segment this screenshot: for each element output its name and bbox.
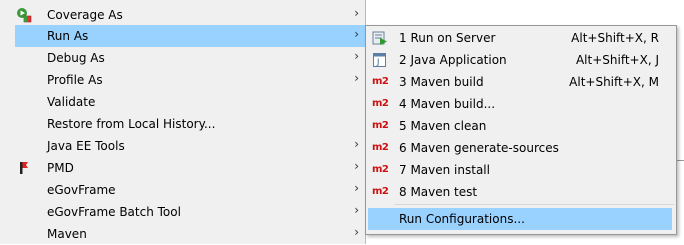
chevron-right-icon: ›: [354, 6, 359, 20]
maven-icon: m2: [372, 120, 389, 131]
menu-item-label: Profile As: [47, 73, 103, 87]
chevron-right-icon: ›: [354, 203, 359, 217]
maven-icon: m2: [372, 76, 389, 87]
menu-item-label: Maven: [47, 227, 87, 241]
maven-icon: m2: [372, 186, 389, 197]
chevron-right-icon: ›: [354, 71, 359, 85]
menu-item-label: PMD: [47, 161, 74, 175]
submenu-item-label: 1 Run on Server: [399, 31, 496, 45]
menu-item-label: Restore from Local History...: [47, 117, 216, 131]
submenu-item-maven-build[interactable]: m2 3 Maven build Alt+Shift+X, M: [366, 71, 676, 93]
submenu-item-label: 7 Maven install: [399, 163, 490, 177]
submenu-item-label: 6 Maven generate-sources: [399, 141, 559, 155]
submenu-item-label: 5 Maven clean: [399, 119, 487, 133]
shortcut-label: Alt+Shift+X, R: [571, 31, 659, 45]
maven-icon: m2: [372, 142, 389, 153]
menu-item-pmd[interactable]: PMD ›: [8, 157, 365, 179]
chevron-right-icon: ›: [354, 27, 359, 41]
menu-item-restore-local-history[interactable]: Restore from Local History...: [8, 113, 365, 135]
submenu-item-label: 4 Maven build...: [399, 97, 496, 111]
menu-item-label: Run As: [47, 29, 89, 43]
maven-icon: m2: [372, 164, 389, 175]
chevron-right-icon: ›: [354, 225, 359, 239]
background-panel: [0, 0, 8, 244]
submenu-item-run-on-server[interactable]: 1 Run on Server Alt+Shift+X, R: [366, 27, 676, 49]
menu-item-debug-as[interactable]: Debug As ›: [8, 47, 365, 69]
coverage-icon: [16, 7, 32, 23]
chevron-right-icon: ›: [354, 137, 359, 151]
submenu-item-java-application[interactable]: J 2 Java Application Alt+Shift+X, J: [366, 49, 676, 71]
chevron-right-icon: ›: [354, 181, 359, 195]
svg-text:J: J: [376, 58, 379, 67]
menu-item-label: eGovFrame: [47, 183, 116, 197]
menu-separator: [394, 204, 674, 205]
chevron-right-icon: ›: [354, 49, 359, 63]
shortcut-label: Alt+Shift+X, J: [575, 53, 659, 67]
menu-item-egovframe[interactable]: eGovFrame ›: [8, 179, 365, 201]
shortcut-label: Alt+Shift+X, M: [569, 75, 659, 89]
maven-icon: m2: [372, 98, 389, 109]
menu-item-egovframe-batch-tool[interactable]: eGovFrame Batch Tool ›: [8, 201, 365, 223]
menu-item-label: Validate: [47, 95, 96, 109]
server-run-icon: [372, 31, 388, 45]
menu-item-maven[interactable]: Maven ›: [8, 223, 365, 245]
submenu-item-maven-install[interactable]: m2 7 Maven install: [366, 159, 676, 181]
menu-item-validate[interactable]: Validate: [8, 91, 365, 113]
submenu-item-maven-build-dialog[interactable]: m2 4 Maven build...: [366, 93, 676, 115]
menu-item-label: eGovFrame Batch Tool: [47, 205, 181, 219]
menu-item-java-ee-tools[interactable]: Java EE Tools ›: [8, 135, 365, 157]
submenu-item-label: Run Configurations...: [399, 212, 525, 226]
java-app-icon: J: [372, 53, 388, 67]
pmd-icon: [16, 160, 32, 176]
submenu-item-label: 3 Maven build: [399, 75, 484, 89]
menu-item-label: Coverage As: [47, 8, 123, 22]
chevron-right-icon: ›: [354, 159, 359, 173]
context-menu: Coverage As › Run As › Debug As › Profil…: [8, 0, 366, 244]
menu-item-coverage-as[interactable]: Coverage As ›: [8, 4, 365, 26]
submenu-item-maven-generate-sources[interactable]: m2 6 Maven generate-sources: [366, 137, 676, 159]
menu-item-profile-as[interactable]: Profile As ›: [8, 69, 365, 91]
run-as-submenu: 1 Run on Server Alt+Shift+X, R J 2 Java …: [365, 25, 677, 235]
menu-item-label: Debug As: [47, 51, 105, 65]
submenu-item-label: 8 Maven test: [399, 185, 478, 199]
menu-item-label: Java EE Tools: [47, 139, 125, 153]
submenu-item-maven-clean[interactable]: m2 5 Maven clean: [366, 115, 676, 137]
submenu-item-run-configurations[interactable]: Run Configurations...: [368, 208, 672, 230]
menu-item-run-as[interactable]: Run As ›: [15, 25, 365, 47]
submenu-item-maven-test[interactable]: m2 8 Maven test: [366, 181, 676, 203]
submenu-item-label: 2 Java Application: [399, 53, 507, 67]
